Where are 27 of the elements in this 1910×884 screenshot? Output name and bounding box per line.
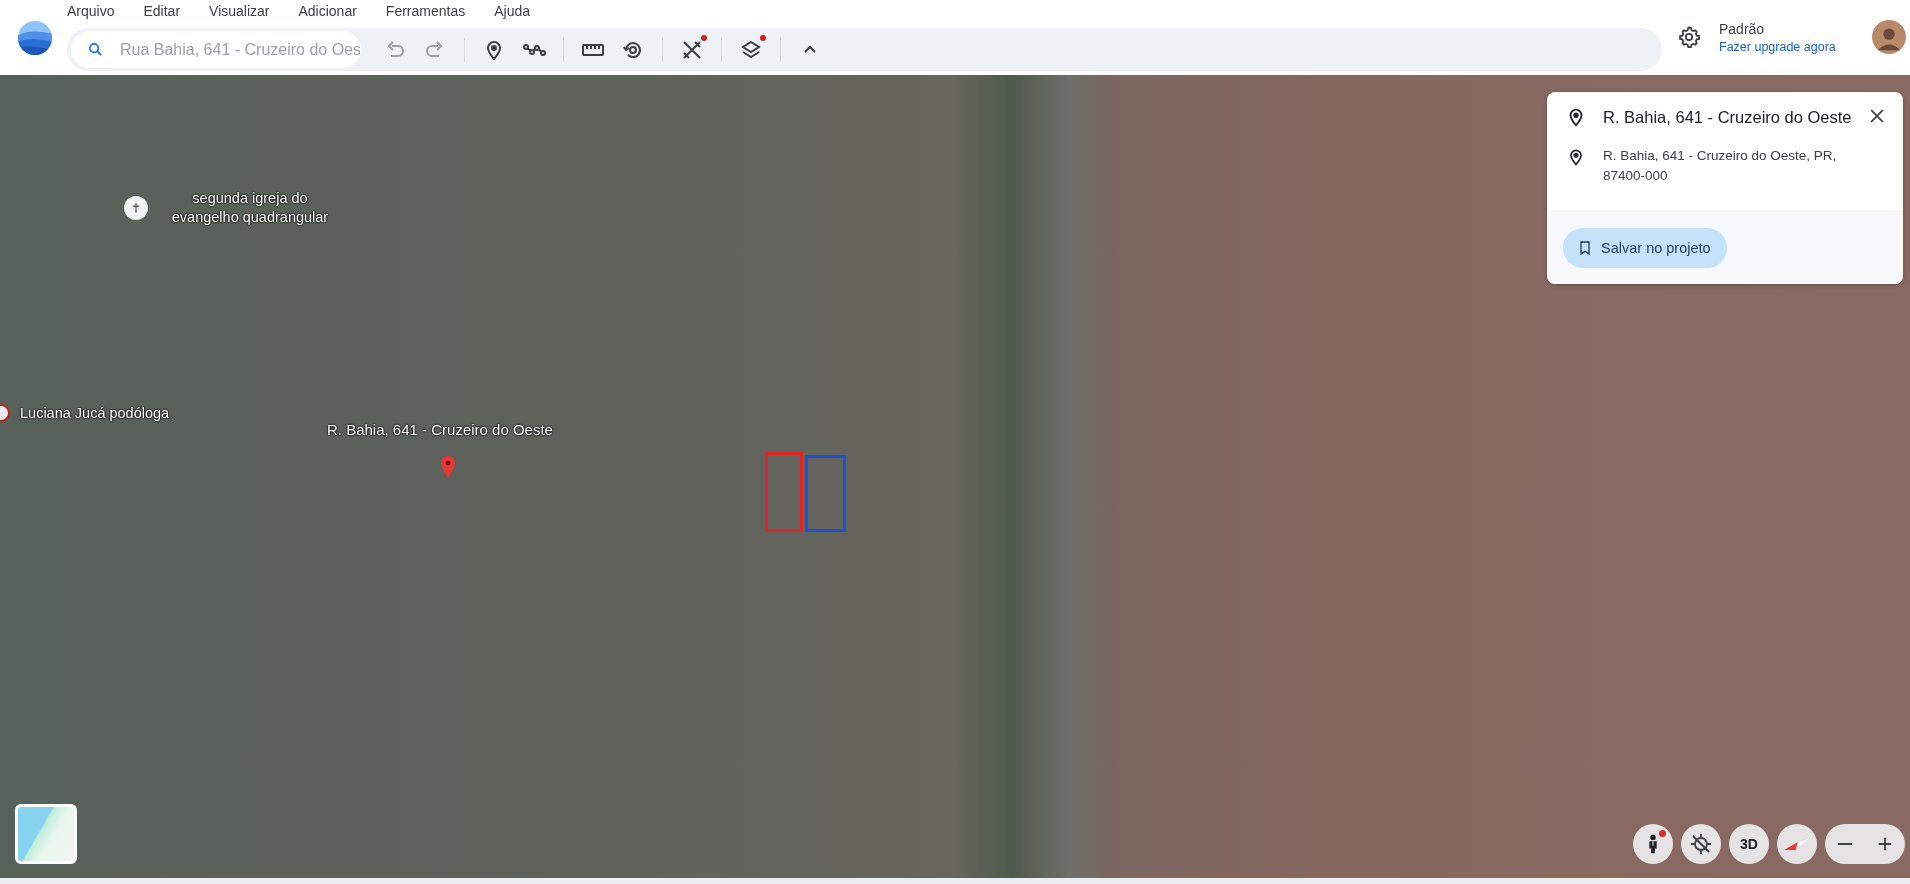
menu-item[interactable]: Adicionar — [298, 3, 357, 19]
address-text: R. Bahia, 641 - Cruzeiro do Oeste, PR, 87400-000 — [1603, 147, 1838, 185]
compass-icon — [1782, 836, 1812, 852]
upgrade-link[interactable]: Fazer upgrade agora — [1719, 39, 1859, 54]
menu-item[interactable]: Arquivo — [67, 3, 115, 19]
notification-dot — [760, 34, 766, 41]
minimap-thumbnail[interactable] — [15, 804, 77, 864]
save-button[interactable]: Salvar no projeto — [1563, 228, 1727, 268]
notification-dot — [1659, 830, 1666, 837]
plan-name: Padrão — [1719, 20, 1766, 37]
search-icon — [87, 41, 104, 58]
menu-item[interactable]: Ferramentas — [385, 3, 466, 19]
menu-item[interactable]: Visualizar — [209, 3, 270, 19]
minus-icon — [1836, 843, 1854, 845]
menu-item[interactable]: Ajuda — [494, 3, 531, 19]
bookmark-icon — [1577, 240, 1593, 256]
globe-logo-icon — [17, 20, 53, 56]
place-label: segunda igreja do evangelho quadrangular — [170, 189, 330, 227]
notification-dot — [701, 34, 707, 41]
recenter-icon — [1689, 832, 1713, 856]
menu-item[interactable]: Editar — [143, 3, 181, 19]
avatar-icon[interactable] — [1872, 20, 1906, 54]
settings-icon[interactable] — [1677, 25, 1701, 49]
card-title: R. Bahia, 641 - Cruzeiro do Oeste — [1603, 107, 1853, 128]
placemark-label: R. Bahia, 641 - Cruzeiro do Oeste — [327, 421, 553, 438]
place-label: Luciana Jucá podóloga — [20, 405, 170, 421]
plus-icon — [1876, 835, 1894, 853]
